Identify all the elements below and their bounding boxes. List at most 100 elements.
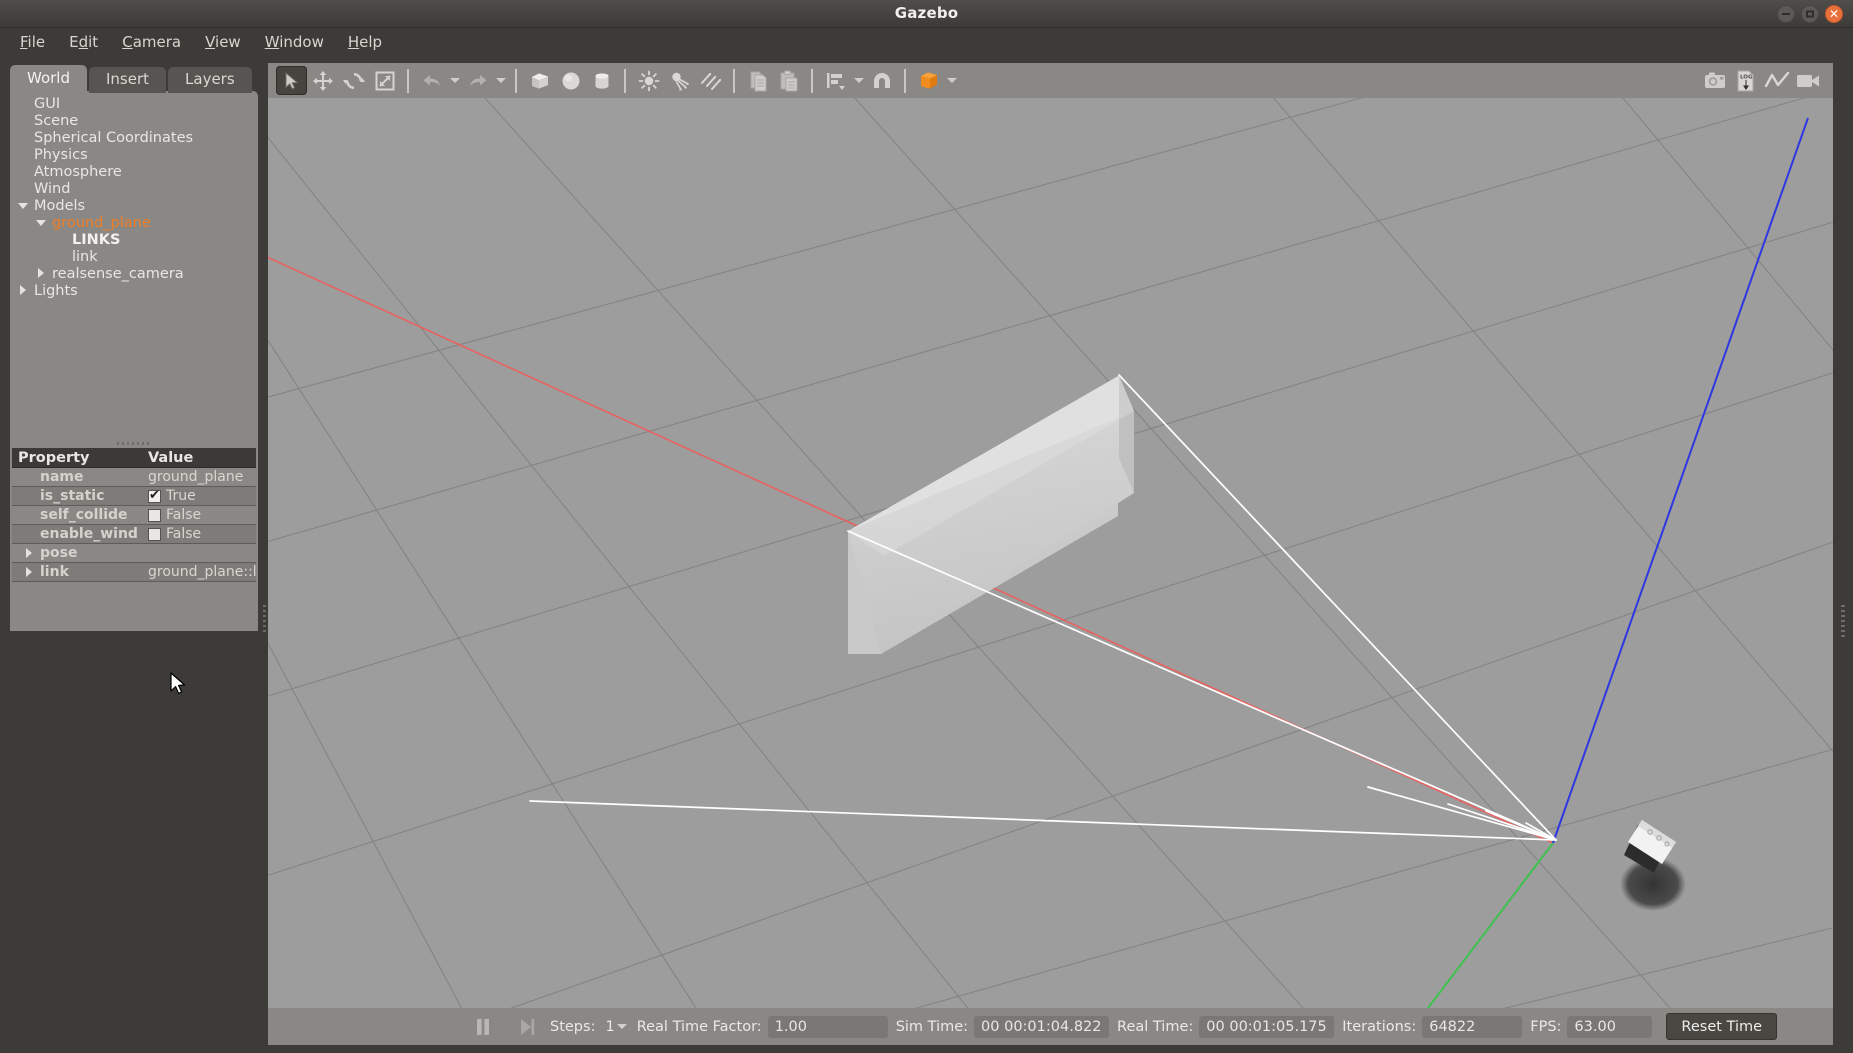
steps-value[interactable]: 1 [605, 1019, 614, 1035]
tree-item-link[interactable]: link [10, 248, 258, 265]
point-light-icon [638, 70, 659, 91]
checkbox-is_static[interactable] [148, 488, 161, 503]
step-button[interactable] [512, 1014, 542, 1040]
insert-point-light-button[interactable] [633, 66, 664, 95]
undo-menu-caret[interactable] [447, 66, 462, 95]
minimize-button[interactable] [1777, 5, 1795, 23]
panel-splitter-horizontal[interactable] [10, 439, 258, 448]
menu-view-rest: iew [215, 33, 241, 51]
insert-sphere-button[interactable] [555, 66, 586, 95]
svg-text:LOG: LOG [1740, 74, 1753, 80]
scene-3d [268, 98, 1833, 1008]
copy-button[interactable] [742, 66, 773, 95]
rotate-mode-button[interactable] [338, 66, 369, 95]
property-value: ground_plane::link [142, 564, 256, 580]
menu-help[interactable]: Help [336, 30, 394, 54]
steps-label: Steps: [550, 1018, 596, 1035]
orange-cube-icon [920, 72, 937, 88]
menu-camera[interactable]: Camera [110, 30, 193, 54]
translate-mode-button[interactable] [307, 66, 338, 95]
right-panel-handle[interactable] [1833, 60, 1853, 1045]
tree-item-ground-plane[interactable]: ground_plane [10, 214, 258, 231]
menu-edit[interactable]: Edit [57, 30, 110, 54]
menu-file[interactable]: File [8, 30, 57, 54]
cylinder-icon [595, 72, 608, 89]
paste-button[interactable] [773, 66, 804, 95]
insert-spot-light-button[interactable] [664, 66, 695, 95]
select-mode-button[interactable] [276, 66, 307, 95]
tree-item-links[interactable]: LINKS [10, 231, 258, 248]
snap-button[interactable] [866, 66, 897, 95]
video-record-button[interactable] [1792, 66, 1823, 95]
plot-button[interactable] [1761, 66, 1792, 95]
status-bar: Steps: 1 Real Time Factor: 1.00 Sim Time… [268, 1008, 1833, 1045]
view-angle-button[interactable] [913, 66, 944, 95]
reset-time-button[interactable]: Reset Time [1666, 1013, 1778, 1040]
log-download-icon: LOG [1737, 70, 1753, 91]
redo-button[interactable] [462, 66, 493, 95]
screenshot-button[interactable] [1699, 66, 1730, 95]
property-row[interactable]: link ground_plane::link [12, 563, 256, 582]
tree-item-label: link [72, 248, 98, 265]
tree-item-wind[interactable]: Wind [10, 180, 258, 197]
box-icon [531, 73, 548, 88]
property-value: ground_plane [142, 469, 256, 485]
property-row[interactable]: pose [12, 544, 256, 563]
fps-label: FPS: [1530, 1018, 1562, 1035]
align-menu-caret[interactable] [851, 66, 866, 95]
steps-dropdown-caret[interactable] [615, 1017, 629, 1037]
chevron-right-icon[interactable] [24, 547, 35, 559]
chevron-right-icon[interactable] [17, 284, 30, 297]
view-angle-menu-caret[interactable] [944, 66, 959, 95]
insert-directional-light-button[interactable] [695, 66, 726, 95]
toolbar-right-group: LOG [1699, 66, 1823, 95]
menu-view[interactable]: View [193, 30, 253, 54]
center-area: LOG Steps: 1 Real Time Factor: 1.00 Sim … [268, 60, 1833, 1045]
maximize-button[interactable] [1801, 5, 1819, 23]
close-button[interactable]: ✕ [1825, 5, 1843, 23]
insert-box-button[interactable] [524, 66, 555, 95]
undo-button[interactable] [416, 66, 447, 95]
render-viewport[interactable] [268, 98, 1833, 1008]
tab-layers[interactable]: Layers [168, 67, 252, 93]
tree-item-lights[interactable]: Lights [10, 282, 258, 299]
tree-item-gui[interactable]: GUI [10, 95, 258, 112]
tree-item-physics[interactable]: Physics [10, 146, 258, 163]
insert-cylinder-button[interactable] [586, 66, 617, 95]
property-key: is_static [12, 488, 142, 504]
tab-world[interactable]: World [10, 65, 87, 93]
chevron-right-icon[interactable] [35, 267, 48, 280]
real-time-label: Real Time: [1117, 1018, 1194, 1035]
menu-edit-mnemonic: d [78, 33, 89, 51]
tree-item-label: ground_plane [52, 214, 151, 231]
property-row[interactable]: is_static True [12, 487, 256, 506]
property-row[interactable]: name ground_plane [12, 468, 256, 487]
scale-mode-button[interactable] [369, 66, 400, 95]
log-record-button[interactable]: LOG [1730, 66, 1761, 95]
tab-insert[interactable]: Insert [89, 67, 167, 93]
chevron-down-icon[interactable] [17, 199, 30, 212]
property-row[interactable]: self_collide False [12, 506, 256, 525]
checkbox-self_collide[interactable] [148, 508, 161, 522]
tree-item-scene[interactable]: Scene [10, 112, 258, 129]
step-forward-icon [521, 1018, 535, 1035]
tree-item-models[interactable]: Models [10, 197, 258, 214]
tree-item-spherical-coordinates[interactable]: Spherical Coordinates [10, 129, 258, 146]
tree-item-realsense-camera[interactable]: realsense_camera [10, 265, 258, 282]
tree-item-atmosphere[interactable]: Atmosphere [10, 163, 258, 180]
checkbox-enable_wind[interactable] [148, 527, 161, 541]
menu-file-mnemonic: F [20, 33, 28, 51]
property-key-label: self_collide [40, 507, 128, 523]
align-button[interactable] [820, 66, 851, 95]
plot-line-icon [1764, 71, 1789, 87]
chevron-down-icon[interactable] [35, 216, 48, 229]
redo-menu-caret[interactable] [493, 66, 508, 95]
toolbar-separator-3 [624, 68, 626, 93]
real-time-factor-label: Real Time Factor: [636, 1018, 762, 1035]
menu-window[interactable]: Window [253, 30, 336, 54]
chevron-right-icon[interactable] [24, 566, 35, 578]
property-key-label: pose [40, 545, 78, 561]
pause-button[interactable] [468, 1014, 498, 1040]
property-row[interactable]: enable_wind False [12, 525, 256, 544]
